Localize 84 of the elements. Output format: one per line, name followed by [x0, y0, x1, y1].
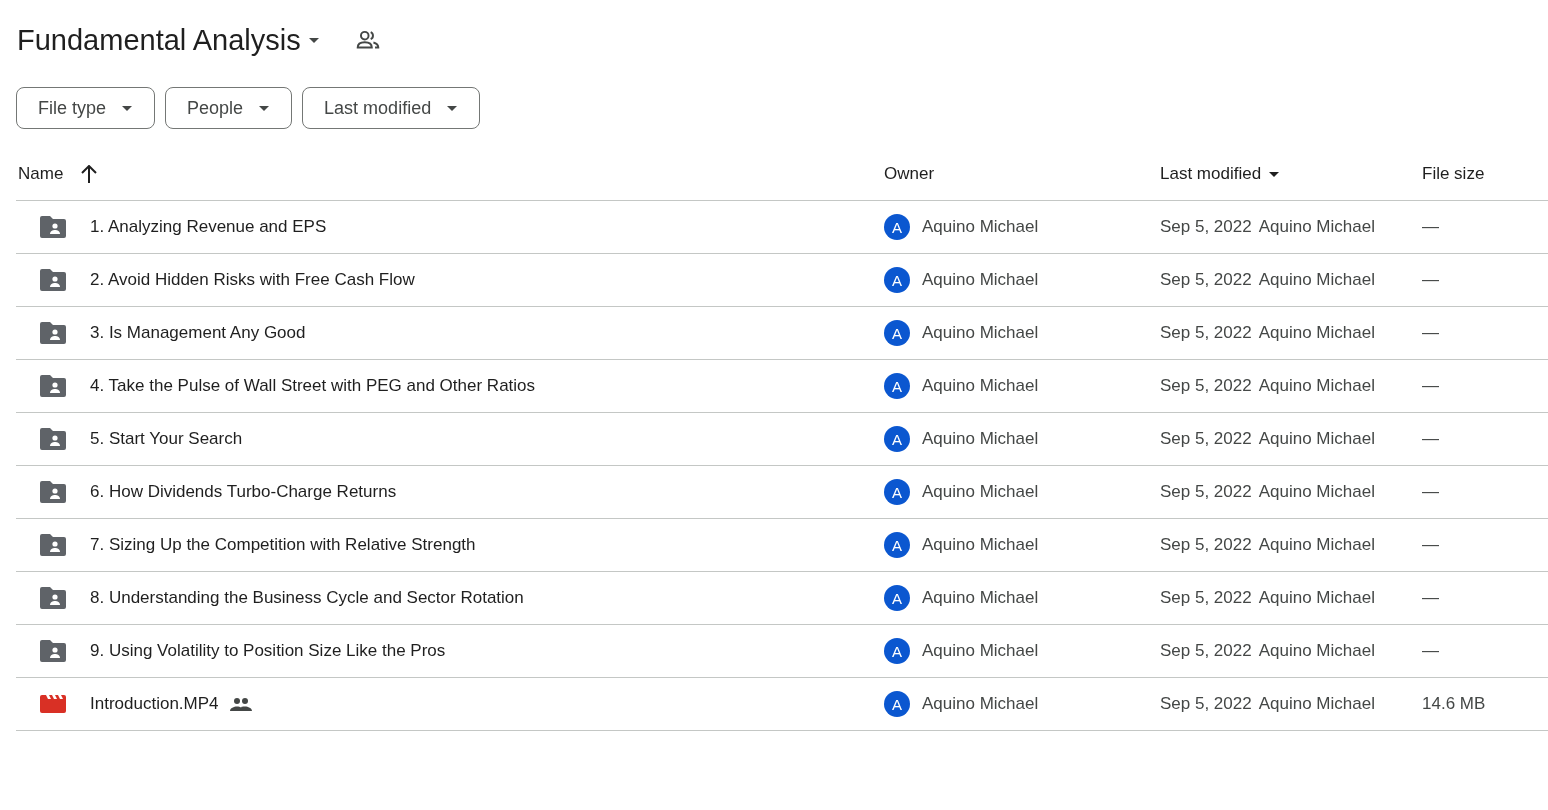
sort-caret-icon [1269, 171, 1280, 177]
file-name[interactable]: 9. Using Volatility to Position Size Like the Pros [90, 641, 446, 661]
file-name[interactable]: 7. Sizing Up the Competition with Relative Strength [90, 535, 476, 555]
shared-folder-icon [40, 534, 66, 556]
shared-folder-icon [40, 640, 66, 662]
owner-name: Aquino Michael [922, 376, 1039, 396]
owner-name: Aquino Michael [922, 429, 1039, 449]
shared-folder-icon [40, 269, 66, 291]
avatar: A [884, 532, 910, 558]
filter-chip[interactable]: People [165, 87, 293, 129]
modified-by: Aquino Michael [1258, 535, 1375, 555]
file-name[interactable]: 4. Take the Pulse of Wall Street with PEG and Other Ratios [90, 376, 536, 396]
file-name[interactable]: 2. Avoid Hidden Risks with Free Cash Flow [90, 270, 415, 290]
file-size: — [1422, 535, 1439, 555]
file-size: — [1422, 376, 1439, 396]
file-size: — [1422, 429, 1439, 449]
shared-folder-icon [40, 481, 66, 503]
owner-name: Aquino Michael [922, 323, 1039, 343]
modified-date: Sep 5, 2022 [1160, 588, 1252, 608]
file-size: — [1422, 270, 1439, 290]
owner-name: Aquino Michael [922, 694, 1039, 714]
file-size: — [1422, 482, 1439, 502]
file-name[interactable]: Introduction.MP4 [90, 694, 219, 714]
modified-date: Sep 5, 2022 [1160, 323, 1252, 343]
file-name[interactable]: 5. Start Your Search [90, 429, 243, 449]
caret-icon [122, 105, 133, 111]
file-size: — [1422, 217, 1439, 237]
modified-by: Aquino Michael [1258, 694, 1375, 714]
file-name[interactable]: 8. Understanding the Business Cycle and Sector Rotation [90, 588, 524, 608]
modified-date: Sep 5, 2022 [1160, 641, 1252, 661]
column-header[interactable]: Name [18, 164, 64, 184]
folder-title-dropdown[interactable]: Fundamental Analysis [16, 23, 323, 57]
owner-name: Aquino Michael [922, 482, 1039, 502]
modified-date: Sep 5, 2022 [1160, 217, 1252, 237]
shared-folder-icon [40, 375, 66, 397]
file-size: 14.6 MB [1422, 694, 1486, 714]
avatar: A [884, 214, 910, 240]
shared-folder-icon [40, 216, 66, 238]
modified-by: Aquino Michael [1258, 376, 1375, 396]
caret-icon [308, 37, 319, 43]
modified-by: Aquino Michael [1258, 217, 1375, 237]
avatar: A [884, 267, 910, 293]
avatar: A [884, 320, 910, 346]
file-size: — [1422, 323, 1439, 343]
shared-folder-icon [40, 322, 66, 344]
avatar: A [884, 479, 910, 505]
owner-name: Aquino Michael [922, 588, 1039, 608]
shared-folder-icon [40, 428, 66, 450]
column-header[interactable]: Owner [884, 164, 935, 184]
file-size: — [1422, 641, 1439, 661]
modified-by: Aquino Michael [1258, 270, 1375, 290]
owner-name: Aquino Michael [922, 217, 1039, 237]
caret-icon [259, 105, 270, 111]
modified-date: Sep 5, 2022 [1160, 270, 1252, 290]
filter-chip[interactable]: File type [16, 87, 156, 129]
video-file-icon [40, 695, 66, 713]
column-header[interactable]: File size [1422, 164, 1485, 184]
avatar: A [884, 373, 910, 399]
modified-by: Aquino Michael [1258, 588, 1375, 608]
file-name[interactable]: 6. How Dividends Turbo-Charge Returns [90, 482, 397, 502]
avatar: A [884, 426, 910, 452]
owner-name: Aquino Michael [922, 270, 1039, 290]
caret-icon [447, 105, 458, 111]
file-name[interactable]: 1. Analyzing Revenue and EPS [90, 217, 327, 237]
modified-date: Sep 5, 2022 [1160, 429, 1252, 449]
sort-up-arrow-icon[interactable] [81, 165, 98, 183]
avatar: A [884, 691, 910, 717]
shared-folder-icon [40, 587, 66, 609]
file-name[interactable]: 3. Is Management Any Good [90, 323, 306, 343]
modified-by: Aquino Michael [1258, 482, 1375, 502]
avatar: A [884, 585, 910, 611]
modified-date: Sep 5, 2022 [1160, 535, 1252, 555]
modified-date: Sep 5, 2022 [1160, 376, 1252, 396]
modified-date: Sep 5, 2022 [1160, 694, 1252, 714]
modified-by: Aquino Michael [1258, 323, 1375, 343]
modified-by: Aquino Michael [1258, 429, 1375, 449]
modified-date: Sep 5, 2022 [1160, 482, 1252, 502]
column-header[interactable]: Last modified [1160, 164, 1262, 184]
modified-by: Aquino Michael [1258, 641, 1375, 661]
owner-name: Aquino Michael [922, 535, 1039, 555]
file-size: — [1422, 588, 1439, 608]
avatar: A [884, 638, 910, 664]
owner-name: Aquino Michael [922, 641, 1039, 661]
filter-chip[interactable]: Last modified [302, 87, 481, 129]
